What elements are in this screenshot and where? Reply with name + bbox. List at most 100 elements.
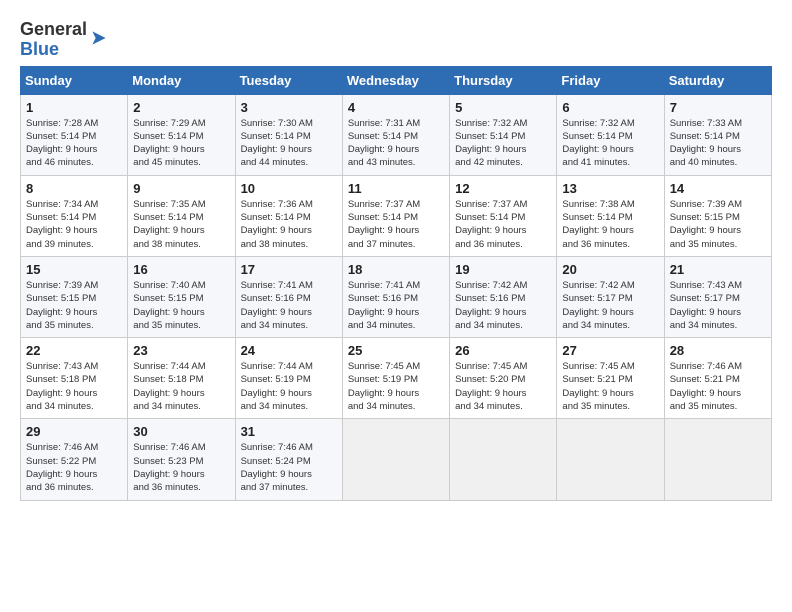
- calendar-cell: 3 Sunrise: 7:30 AM Sunset: 5:14 PM Daylig…: [235, 94, 342, 175]
- day-number: 23: [133, 343, 229, 358]
- day-number: 17: [241, 262, 337, 277]
- cell-info: Sunrise: 7:30 AM Sunset: 5:14 PM Dayligh…: [241, 117, 337, 170]
- cell-info: Sunrise: 7:43 AM Sunset: 5:18 PM Dayligh…: [26, 360, 122, 413]
- weekday-header: Thursday: [450, 66, 557, 94]
- cell-info: Sunrise: 7:46 AM Sunset: 5:21 PM Dayligh…: [670, 360, 766, 413]
- calendar-cell: 5Sunrise: 7:32 AM Sunset: 5:14 PM Daylig…: [450, 94, 557, 175]
- calendar-cell: 28 Sunrise: 7:46 AM Sunset: 5:21 PM Dayli…: [664, 338, 771, 419]
- cell-info: Sunrise: 7:40 AM Sunset: 5:15 PM Dayligh…: [133, 279, 229, 332]
- calendar-cell: 7 Sunrise: 7:33 AM Sunset: 5:14 PM Daylig…: [664, 94, 771, 175]
- calendar-cell: 15Sunrise: 7:39 AM Sunset: 5:15 PM Dayli…: [21, 256, 128, 337]
- day-number: 21: [670, 262, 766, 277]
- day-number: 20: [562, 262, 658, 277]
- day-number: 19: [455, 262, 551, 277]
- calendar-cell: 9Sunrise: 7:35 AM Sunset: 5:14 PM Daylig…: [128, 175, 235, 256]
- calendar-cell: 2 Sunrise: 7:29 AM Sunset: 5:14 PM Daylig…: [128, 94, 235, 175]
- weekday-header: Monday: [128, 66, 235, 94]
- calendar-cell: 12 Sunrise: 7:37 AM Sunset: 5:14 PM Dayli…: [450, 175, 557, 256]
- calendar-cell: 24 Sunrise: 7:44 AM Sunset: 5:19 PM Dayli…: [235, 338, 342, 419]
- calendar-week-row: 1 Sunrise: 7:28 AM Sunset: 5:14 PM Daylig…: [21, 94, 772, 175]
- calendar-cell: [450, 419, 557, 500]
- day-number: 24: [241, 343, 337, 358]
- cell-info: Sunrise: 7:46 AM Sunset: 5:23 PM Dayligh…: [133, 441, 229, 494]
- calendar-cell: 31Sunrise: 7:46 AM Sunset: 5:24 PM Dayli…: [235, 419, 342, 500]
- logo: General Blue: [20, 20, 109, 60]
- day-number: 27: [562, 343, 658, 358]
- day-number: 29: [26, 424, 122, 439]
- cell-info: Sunrise: 7:45 AM Sunset: 5:20 PM Dayligh…: [455, 360, 551, 413]
- logo-blue: Blue: [20, 39, 59, 59]
- calendar-cell: [557, 419, 664, 500]
- cell-info: Sunrise: 7:41 AM Sunset: 5:16 PM Dayligh…: [348, 279, 444, 332]
- calendar-cell: 23Sunrise: 7:44 AM Sunset: 5:18 PM Dayli…: [128, 338, 235, 419]
- logo-general: General: [20, 19, 87, 39]
- calendar-cell: 21 Sunrise: 7:43 AM Sunset: 5:17 PM Dayli…: [664, 256, 771, 337]
- day-number: 8: [26, 181, 122, 196]
- day-number: 16: [133, 262, 229, 277]
- cell-info: Sunrise: 7:42 AM Sunset: 5:16 PM Dayligh…: [455, 279, 551, 332]
- day-number: 4: [348, 100, 444, 115]
- cell-info: Sunrise: 7:45 AM Sunset: 5:21 PM Dayligh…: [562, 360, 658, 413]
- day-number: 22: [26, 343, 122, 358]
- cell-info: Sunrise: 7:43 AM Sunset: 5:17 PM Dayligh…: [670, 279, 766, 332]
- cell-info: Sunrise: 7:28 AM Sunset: 5:14 PM Dayligh…: [26, 117, 122, 170]
- day-number: 15: [26, 262, 122, 277]
- cell-info: Sunrise: 7:32 AM Sunset: 5:14 PM Dayligh…: [562, 117, 658, 170]
- calendar-cell: 19 Sunrise: 7:42 AM Sunset: 5:16 PM Dayli…: [450, 256, 557, 337]
- cell-info: Sunrise: 7:44 AM Sunset: 5:19 PM Dayligh…: [241, 360, 337, 413]
- day-number: 13: [562, 181, 658, 196]
- calendar-cell: 16 Sunrise: 7:40 AM Sunset: 5:15 PM Dayli…: [128, 256, 235, 337]
- calendar-cell: 26 Sunrise: 7:45 AM Sunset: 5:20 PM Dayli…: [450, 338, 557, 419]
- day-number: 11: [348, 181, 444, 196]
- calendar-cell: 6Sunrise: 7:32 AM Sunset: 5:14 PM Daylig…: [557, 94, 664, 175]
- cell-info: Sunrise: 7:46 AM Sunset: 5:24 PM Dayligh…: [241, 441, 337, 494]
- day-number: 28: [670, 343, 766, 358]
- calendar-cell: 17 Sunrise: 7:41 AM Sunset: 5:16 PM Dayli…: [235, 256, 342, 337]
- cell-info: Sunrise: 7:41 AM Sunset: 5:16 PM Dayligh…: [241, 279, 337, 332]
- day-number: 25: [348, 343, 444, 358]
- weekday-header: Sunday: [21, 66, 128, 94]
- calendar-week-row: 8 Sunrise: 7:34 AM Sunset: 5:14 PM Daylig…: [21, 175, 772, 256]
- day-number: 5: [455, 100, 551, 115]
- weekday-header: Saturday: [664, 66, 771, 94]
- day-number: 3: [241, 100, 337, 115]
- calendar-cell: 13Sunrise: 7:38 AM Sunset: 5:14 PM Dayli…: [557, 175, 664, 256]
- calendar-cell: 27 Sunrise: 7:45 AM Sunset: 5:21 PM Dayli…: [557, 338, 664, 419]
- day-number: 18: [348, 262, 444, 277]
- calendar-cell: [664, 419, 771, 500]
- cell-info: Sunrise: 7:29 AM Sunset: 5:14 PM Dayligh…: [133, 117, 229, 170]
- weekday-header: Friday: [557, 66, 664, 94]
- calendar-header-row: SundayMondayTuesdayWednesdayThursdayFrid…: [21, 66, 772, 94]
- day-number: 10: [241, 181, 337, 196]
- calendar-cell: 8 Sunrise: 7:34 AM Sunset: 5:14 PM Daylig…: [21, 175, 128, 256]
- calendar-cell: 4 Sunrise: 7:31 AM Sunset: 5:14 PM Daylig…: [342, 94, 449, 175]
- cell-info: Sunrise: 7:42 AM Sunset: 5:17 PM Dayligh…: [562, 279, 658, 332]
- cell-info: Sunrise: 7:45 AM Sunset: 5:19 PM Dayligh…: [348, 360, 444, 413]
- day-number: 12: [455, 181, 551, 196]
- day-number: 30: [133, 424, 229, 439]
- calendar-cell: 25 Sunrise: 7:45 AM Sunset: 5:19 PM Dayli…: [342, 338, 449, 419]
- cell-info: Sunrise: 7:37 AM Sunset: 5:14 PM Dayligh…: [455, 198, 551, 251]
- day-number: 7: [670, 100, 766, 115]
- logo-icon: [89, 28, 109, 48]
- cell-info: Sunrise: 7:34 AM Sunset: 5:14 PM Dayligh…: [26, 198, 122, 251]
- header: General Blue: [20, 16, 772, 60]
- calendar-cell: [342, 419, 449, 500]
- cell-info: Sunrise: 7:31 AM Sunset: 5:14 PM Dayligh…: [348, 117, 444, 170]
- day-number: 1: [26, 100, 122, 115]
- day-number: 14: [670, 181, 766, 196]
- calendar-cell: 20 Sunrise: 7:42 AM Sunset: 5:17 PM Dayli…: [557, 256, 664, 337]
- cell-info: Sunrise: 7:39 AM Sunset: 5:15 PM Dayligh…: [670, 198, 766, 251]
- calendar-cell: 18 Sunrise: 7:41 AM Sunset: 5:16 PM Dayli…: [342, 256, 449, 337]
- day-number: 2: [133, 100, 229, 115]
- calendar-cell: 29Sunrise: 7:46 AM Sunset: 5:22 PM Dayli…: [21, 419, 128, 500]
- calendar-cell: 10 Sunrise: 7:36 AM Sunset: 5:14 PM Dayli…: [235, 175, 342, 256]
- cell-info: Sunrise: 7:35 AM Sunset: 5:14 PM Dayligh…: [133, 198, 229, 251]
- calendar-week-row: 15Sunrise: 7:39 AM Sunset: 5:15 PM Dayli…: [21, 256, 772, 337]
- calendar-cell: 22 Sunrise: 7:43 AM Sunset: 5:18 PM Dayli…: [21, 338, 128, 419]
- day-number: 26: [455, 343, 551, 358]
- calendar-table: SundayMondayTuesdayWednesdayThursdayFrid…: [20, 66, 772, 501]
- calendar-cell: 1 Sunrise: 7:28 AM Sunset: 5:14 PM Daylig…: [21, 94, 128, 175]
- cell-info: Sunrise: 7:36 AM Sunset: 5:14 PM Dayligh…: [241, 198, 337, 251]
- cell-info: Sunrise: 7:33 AM Sunset: 5:14 PM Dayligh…: [670, 117, 766, 170]
